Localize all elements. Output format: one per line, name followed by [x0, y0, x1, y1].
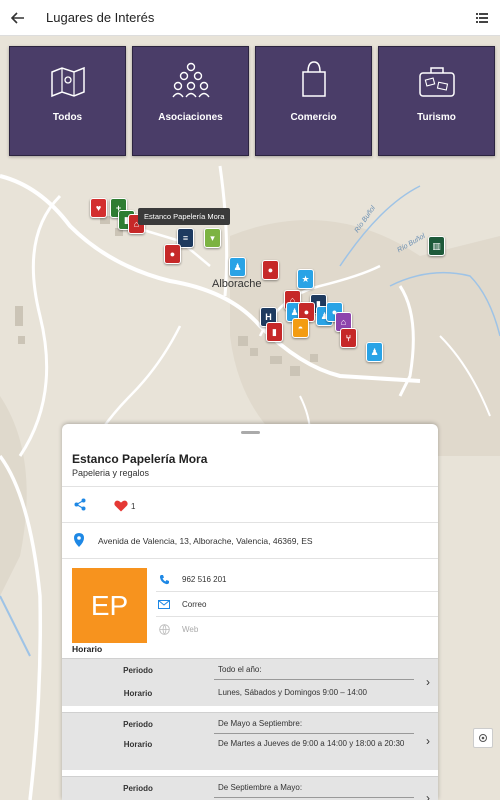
phone-number: 962 516 201 [182, 574, 227, 584]
category-label: Asociaciones [158, 112, 223, 123]
schedule-block[interactable]: Periodo Todo el año: Horario Lunes, Sába… [62, 658, 438, 706]
page-title: Lugares de Interés [46, 10, 155, 25]
map-pin-red[interactable]: ● [262, 260, 279, 280]
phone-icon [156, 574, 172, 585]
map-pin-heart[interactable]: ♥ [90, 198, 107, 218]
schedule-key: Horario [123, 739, 153, 749]
category-comercio[interactable]: Comercio [255, 46, 372, 156]
category-todos[interactable]: Todos [9, 46, 126, 156]
suitcase-icon [418, 67, 455, 97]
schedule-period-row: Periodo Todo el año: [62, 665, 438, 676]
logo-placeholder: EP [72, 568, 147, 643]
category-label: Comercio [290, 112, 337, 123]
map-pin-blue[interactable]: ♟ [229, 257, 246, 277]
place-detail-sheet[interactable]: Estanco Papelería Mora Papeleria y regal… [62, 424, 438, 800]
like-button[interactable]: 1 [114, 500, 135, 512]
mail-icon [156, 599, 172, 609]
schedule-period-row: Periodo De Septiembre a Mayo: [62, 783, 438, 794]
crosshair-icon [479, 734, 487, 742]
map-tooltip: Estanco Papelería Mora [138, 208, 231, 225]
phone-row[interactable]: 962 516 201 [156, 567, 438, 592]
map-pin-blue[interactable]: ★ [297, 269, 314, 289]
web-row[interactable]: Web [156, 617, 438, 642]
chevron-right-icon[interactable]: › [426, 791, 430, 800]
list-view-icon[interactable] [464, 0, 500, 36]
map-icon [50, 66, 85, 98]
web-label: Web [182, 625, 199, 634]
schedule-key: Periodo [123, 783, 153, 793]
schedule-period: Todo el año: [218, 665, 262, 674]
divider [62, 522, 438, 523]
globe-icon [156, 624, 172, 635]
schedule-hours: Lunes, Sábados y Domingos 9:00 – 14:00 [218, 688, 367, 697]
map-pin-red[interactable]: ⑂ [340, 328, 357, 348]
schedule-hours-row: Horario De Martes a Jueves de 9:00 a 14:… [62, 739, 438, 750]
arrow-left-icon[interactable] [0, 0, 36, 36]
map-pin-blue[interactable]: ♟ [366, 342, 383, 362]
schedule-key: Periodo [123, 719, 153, 729]
shopping-bag-icon [301, 61, 326, 97]
category-label: Todos [52, 112, 83, 123]
category-turismo[interactable]: Turismo [378, 46, 495, 156]
map-pin-orange[interactable]: ◓ [292, 318, 309, 338]
category-bar: Todos Asociaciones Comercio Turismo [9, 46, 499, 156]
like-count: 1 [131, 501, 136, 511]
email-label: Correo [182, 599, 207, 609]
schedule-block[interactable]: Periodo De Mayo a Septiembre: Horario De… [62, 712, 438, 770]
category-asociaciones[interactable]: Asociaciones [132, 46, 249, 156]
email-row[interactable]: Correo [156, 592, 438, 617]
horario-label: Horario [72, 644, 103, 654]
locate-button[interactable] [473, 728, 493, 748]
divider [214, 679, 414, 680]
chevron-right-icon[interactable]: › [426, 734, 430, 748]
map-pin-red[interactable]: ● [164, 244, 181, 264]
schedule-period: De Septiembre a Mayo: [218, 783, 303, 792]
divider [62, 486, 438, 487]
heart-icon [114, 500, 128, 512]
chevron-right-icon[interactable]: › [426, 675, 430, 689]
town-label: Alborache [212, 278, 262, 290]
map-pin-factory[interactable]: ▥ [428, 236, 445, 256]
divider [62, 558, 438, 559]
schedule-block[interactable]: Periodo De Septiembre a Mayo: › [62, 776, 438, 800]
place-title: Estanco Papelería Mora [72, 452, 208, 466]
schedule-hours: De Martes a Jueves de 9:00 a 14:00 y 18:… [218, 739, 405, 748]
app-bar: Lugares de Interés [0, 0, 500, 36]
schedule-key: Horario [123, 688, 153, 698]
map-pin-red[interactable]: ▮ [266, 322, 283, 342]
divider [214, 797, 414, 798]
map-pin-green[interactable]: ▾ [204, 228, 221, 248]
divider [214, 733, 414, 734]
location-pin-icon [74, 533, 84, 552]
schedule-key: Periodo [123, 665, 153, 675]
schedule-period-row: Periodo De Mayo a Septiembre: [62, 719, 438, 730]
share-icon[interactable] [74, 498, 86, 516]
place-subtitle: Papeleria y regalos [72, 468, 150, 478]
people-group-icon [171, 62, 210, 98]
schedule-period: De Mayo a Septiembre: [218, 719, 303, 728]
category-label: Turismo [417, 112, 456, 123]
sheet-drag-handle[interactable] [241, 431, 260, 434]
address-text[interactable]: Avenida de Valencia, 13, Alborache, Vale… [98, 536, 313, 546]
schedule-hours-row: Horario Lunes, Sábados y Domingos 9:00 –… [62, 688, 438, 699]
